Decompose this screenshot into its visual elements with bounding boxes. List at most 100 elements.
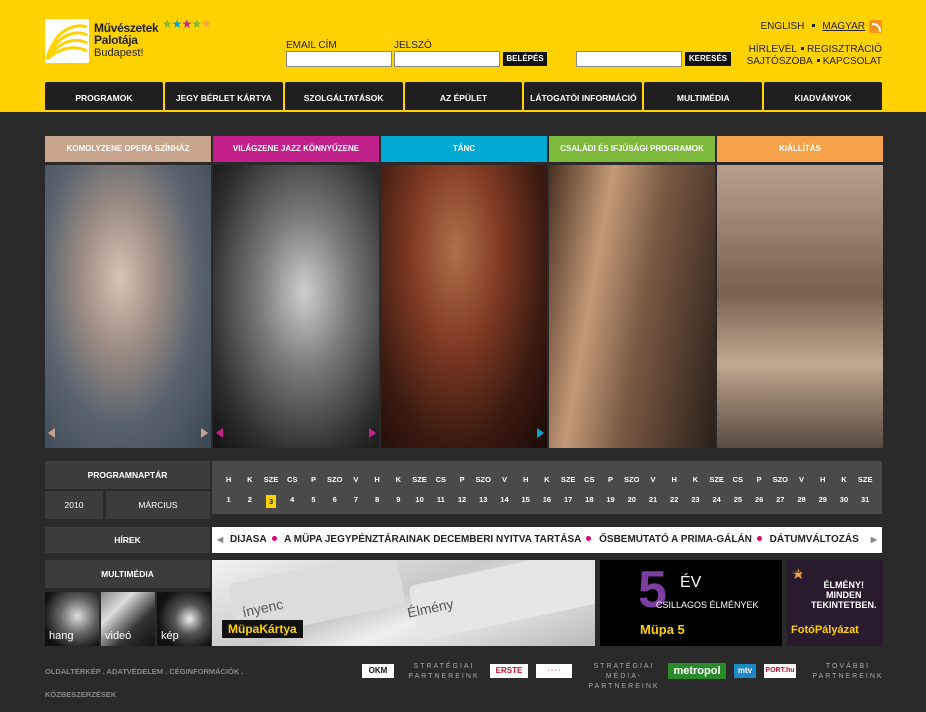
telekom-logo-icon[interactable]: · · · · xyxy=(536,664,572,678)
promo-mupa5[interactable]: 5 ÉV CSILLAGOS ÉLMÉNYEK Müpa 5 xyxy=(600,560,782,646)
nav-jegy[interactable]: JEGY BÉRLET KÁRTYA xyxy=(164,82,283,110)
calendar-day-number: 14 xyxy=(500,495,509,504)
main-nav: PROGRAMOK JEGY BÉRLET KÁRTYA SZOLGÁLTATÁ… xyxy=(45,82,883,110)
hero-images xyxy=(45,165,883,448)
news-item[interactable]: DIJASA xyxy=(230,534,267,545)
link-regisztracio[interactable]: REGISZTRÁCIÓ xyxy=(807,44,882,55)
calendar-day[interactable]: 11 xyxy=(430,495,451,508)
multimedia-hang[interactable]: hang xyxy=(45,592,99,646)
port-logo[interactable]: PORT.hu xyxy=(764,664,796,678)
hero-kiallitas-image[interactable] xyxy=(717,165,883,448)
calendar-day[interactable]: 10 xyxy=(409,495,430,508)
hero-vilagzene-image[interactable] xyxy=(213,165,379,448)
search-input[interactable] xyxy=(576,51,682,67)
weekday-label: V xyxy=(501,475,507,484)
arrow-right-icon[interactable] xyxy=(369,428,376,438)
promo-mupakartya[interactable]: ínyenc Élmény MüpaKártya xyxy=(212,560,595,646)
cat-csaladi[interactable]: CSALÁDI ÉS IFJÚSÁGI PROGRAMOK xyxy=(549,136,715,162)
link-hirlevel[interactable]: HÍRLEVÉL xyxy=(749,44,797,55)
calendar-day[interactable]: 15 xyxy=(515,495,536,508)
hero-komolyzene-image[interactable] xyxy=(45,165,211,448)
footer-kozbeszerzesek[interactable]: KÖZBESZERZÉSEK xyxy=(45,690,116,699)
link-kapcsolat[interactable]: KAPCSOLAT xyxy=(823,56,882,67)
toplinks-row1: HÍRLEVÉL REGISZTRÁCIÓ xyxy=(749,44,882,56)
calendar-day[interactable]: 16 xyxy=(536,495,557,508)
metropol-logo[interactable]: metropol xyxy=(668,663,726,679)
calendar-day[interactable]: 2 xyxy=(239,495,260,508)
calendar-day[interactable]: 13 xyxy=(473,495,494,508)
hero-csaladi-image[interactable] xyxy=(549,165,715,448)
calendar-day[interactable]: 5 xyxy=(303,495,324,508)
calendar-day[interactable]: 4 xyxy=(282,495,303,508)
calendar-month-select[interactable]: MÁRCIUS xyxy=(106,491,210,519)
password-input[interactable] xyxy=(394,51,500,67)
calendar-day[interactable]: 24 xyxy=(706,495,727,508)
calendar-day-number: 28 xyxy=(797,495,806,504)
nav-programok[interactable]: PROGRAMOK xyxy=(45,82,163,110)
lang-english[interactable]: ENGLISH xyxy=(760,21,804,32)
calendar-day[interactable]: 26 xyxy=(748,495,769,508)
calendar-day[interactable]: 30 xyxy=(833,495,854,508)
arrow-left-icon[interactable] xyxy=(48,428,55,438)
calendar-day-number: 29 xyxy=(818,495,827,504)
cat-komolyzene[interactable]: KOMOLYZENE OPERA SZÍNHÁZ xyxy=(45,136,211,162)
calendar-day[interactable]: 19 xyxy=(600,495,621,508)
rss-icon[interactable] xyxy=(869,20,882,33)
calendar-day[interactable]: 29 xyxy=(812,495,833,508)
arrow-right-icon[interactable] xyxy=(201,428,208,438)
email-input[interactable] xyxy=(286,51,392,67)
cat-vilagzene[interactable]: VILÁGZENE JAZZ KÖNNYŰZENE xyxy=(213,136,379,162)
calendar-day[interactable]: 8 xyxy=(367,495,388,508)
calendar-day[interactable]: 1 xyxy=(218,495,239,508)
news-ticker: ◀ DIJASA A MÜPA JEGYPÉNZTÁRAINAK DECEMBE… xyxy=(212,527,882,553)
multimedia-kep[interactable]: kép xyxy=(157,592,211,646)
calendar-year-select[interactable]: 2010 xyxy=(45,491,103,519)
lang-magyar[interactable]: MAGYAR xyxy=(822,21,865,32)
calendar-day[interactable]: 9 xyxy=(388,495,409,508)
multimedia-video[interactable]: videó xyxy=(101,592,155,646)
footer-links[interactable]: OLDALTÉRKÉP . ADATVÉDELEM . CÉGINFORMÁCI… xyxy=(45,667,243,676)
nav-latogatoi[interactable]: LÁTOGATÓI INFORMÁCIÓ xyxy=(524,82,643,110)
mtv-logo[interactable]: mtv xyxy=(734,664,756,678)
calendar-day[interactable]: 22 xyxy=(664,495,685,508)
calendar-day[interactable]: 17 xyxy=(558,495,579,508)
erste-logo[interactable]: ERSTE xyxy=(490,664,528,678)
nav-multimedia[interactable]: MULTIMÉDIA xyxy=(644,82,763,110)
cat-tanc[interactable]: TÁNC xyxy=(381,136,547,162)
promo-fotopalyazat[interactable]: ★ 2010 ÉLMÉNY! MINDEN TEKINTETBEN. FotóPál… xyxy=(787,560,883,646)
calendar-day-number: 6 xyxy=(332,495,337,504)
calendar-day[interactable]: 20 xyxy=(621,495,642,508)
arrow-right-icon[interactable] xyxy=(537,428,544,438)
nav-kiadvanyok[interactable]: KIADVÁNYOK xyxy=(764,82,883,110)
ticker-right-icon[interactable]: ▶ xyxy=(867,527,877,553)
weekday-label: SZE xyxy=(560,475,576,484)
calendar-day[interactable]: 21 xyxy=(642,495,663,508)
news-item[interactable]: DÁTUMVÁLTOZÁS xyxy=(770,534,859,545)
cat-kiallitas[interactable]: KIÁLLÍTÁS xyxy=(717,136,883,162)
calendar-day[interactable]: 6 xyxy=(324,495,345,508)
calendar-day[interactable]: 28 xyxy=(791,495,812,508)
news-item[interactable]: A MÜPA JEGYPÉNZTÁRAINAK DECEMBERI NYITVA… xyxy=(284,534,581,545)
mupa-logo-icon[interactable] xyxy=(45,19,89,63)
calendar-day[interactable]: 14 xyxy=(494,495,515,508)
calendar-day[interactable]: 23 xyxy=(685,495,706,508)
link-sajtoszoba[interactable]: SAJTÓSZOBA xyxy=(747,56,813,67)
arrow-left-icon[interactable] xyxy=(216,428,223,438)
calendar-day[interactable]: 27 xyxy=(770,495,791,508)
login-button[interactable]: BELÉPÉS xyxy=(503,52,547,66)
calendar-day[interactable]: 3 xyxy=(260,495,281,508)
okm-logo[interactable]: OKM xyxy=(362,664,394,678)
calendar-day[interactable]: 25 xyxy=(727,495,748,508)
ticker-left-icon[interactable]: ◀ xyxy=(217,527,223,553)
news-item[interactable]: ŐSBEMUTATÓ A PRIMA-GÁLÁN xyxy=(599,534,752,545)
hero-tanc-image[interactable] xyxy=(381,165,547,448)
search-button[interactable]: KERESÉS xyxy=(685,52,731,66)
nav-szolgaltatasok[interactable]: SZOLGÁLTATÁSOK xyxy=(284,82,403,110)
nav-epulet[interactable]: AZ ÉPÜLET xyxy=(404,82,523,110)
calendar-day[interactable]: 12 xyxy=(451,495,472,508)
calendar-day[interactable]: 31 xyxy=(855,495,876,508)
calendar-day[interactable]: 7 xyxy=(345,495,366,508)
calendar-day[interactable]: 18 xyxy=(579,495,600,508)
weekday-label: H xyxy=(820,475,826,484)
weekday-label: K xyxy=(692,475,699,484)
